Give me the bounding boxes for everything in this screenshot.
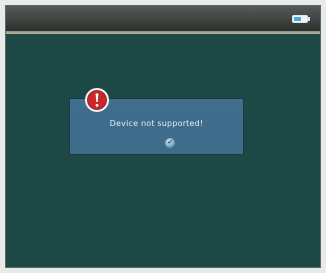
status-bar <box>6 6 320 31</box>
battery-icon <box>292 15 308 23</box>
dialog-message: Device not supported! <box>109 119 204 128</box>
ok-button[interactable]: ✔ <box>165 138 175 148</box>
device-screen: Device not supported! ✔ <box>5 5 321 268</box>
status-bar-divider <box>6 31 320 34</box>
ok-button-icon: ✔ <box>167 139 173 146</box>
battery-tip <box>308 17 310 21</box>
warning-exclamation-icon <box>85 88 109 112</box>
battery-level-fill <box>294 17 301 21</box>
